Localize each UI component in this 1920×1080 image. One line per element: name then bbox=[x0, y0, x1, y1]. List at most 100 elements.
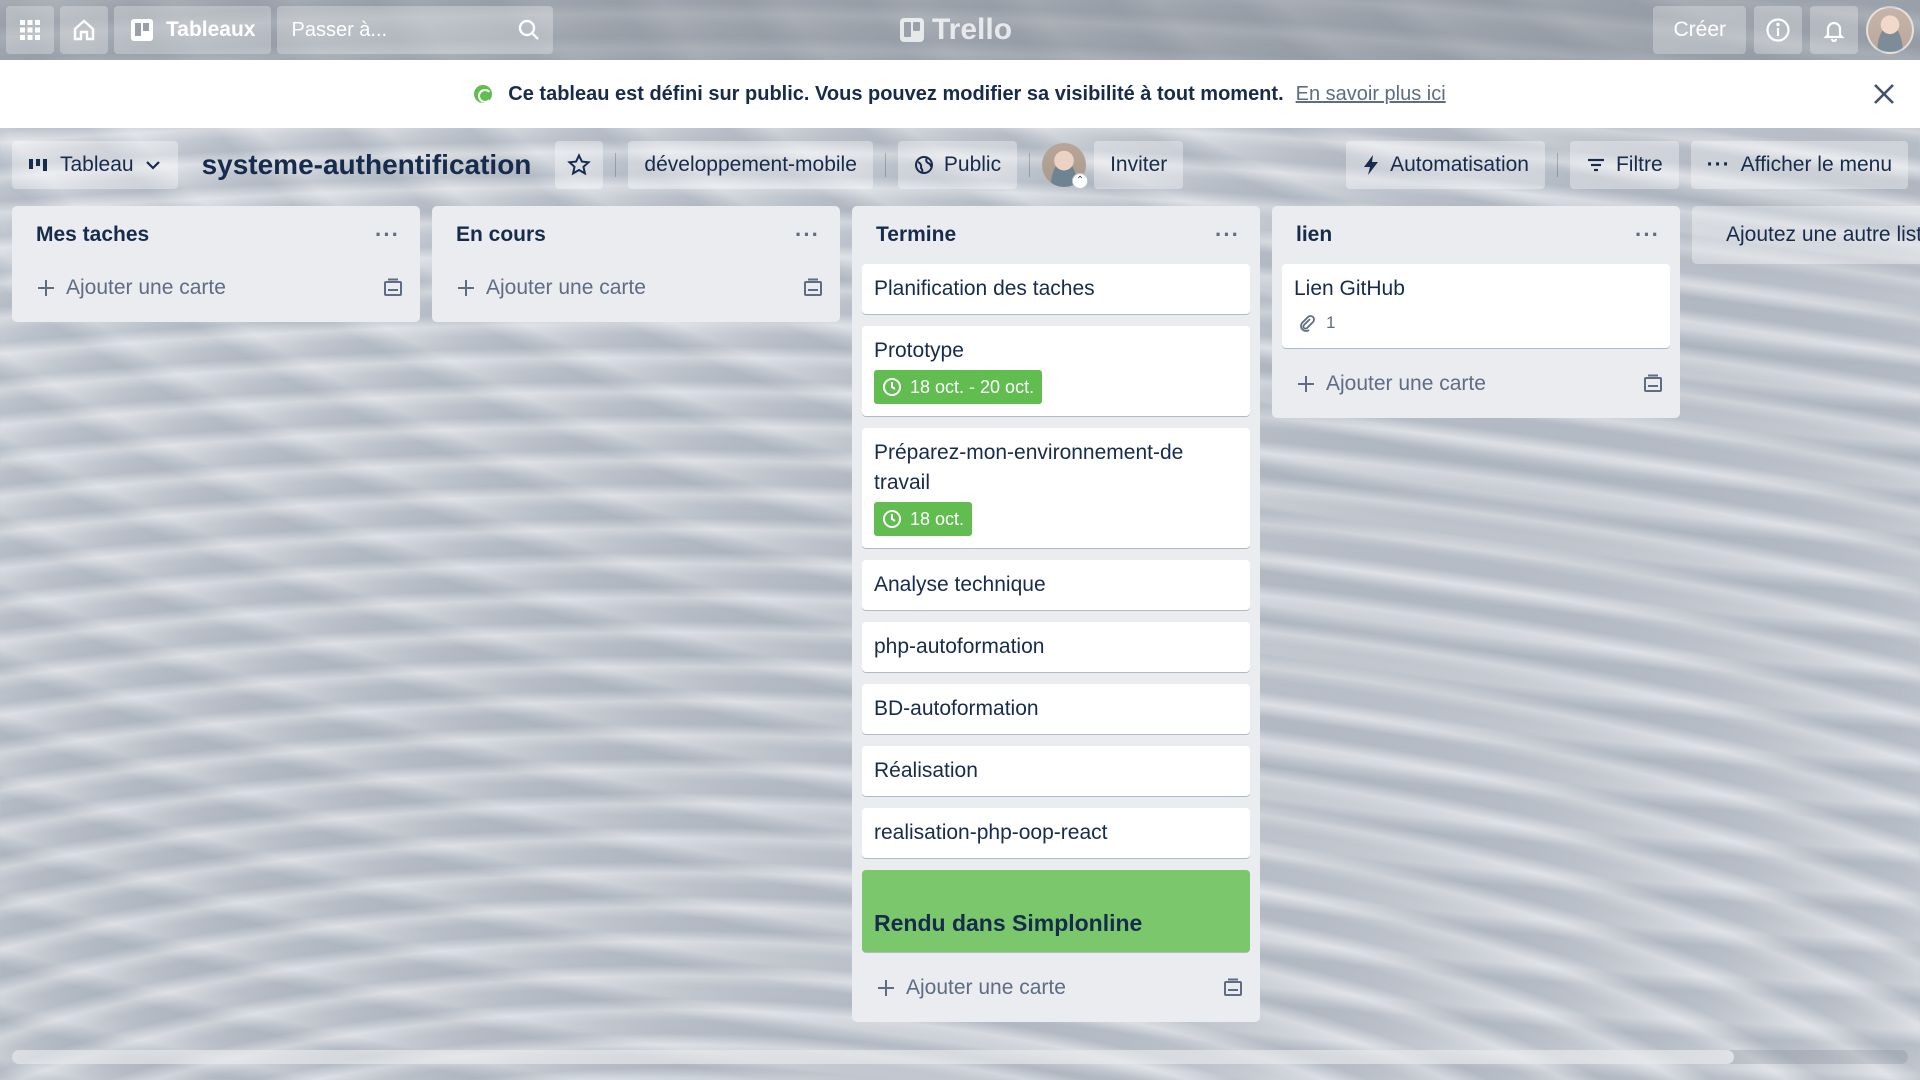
list-en-cours[interactable]: En cours ··· Ajouter une carte bbox=[432, 206, 840, 322]
trello-logo[interactable]: Trello bbox=[900, 10, 1012, 50]
attachment-count: 1 bbox=[1326, 313, 1336, 332]
card-title: BD-autoformation bbox=[874, 697, 1039, 720]
user-avatar[interactable] bbox=[1866, 6, 1914, 54]
nav-right-group: Créer bbox=[1653, 6, 1914, 54]
header-separator bbox=[1029, 153, 1031, 177]
card-title: Lien GitHub bbox=[1294, 277, 1405, 300]
filter-button[interactable]: Filtre bbox=[1569, 141, 1679, 189]
list-menu-icon[interactable]: ··· bbox=[1215, 222, 1240, 248]
filter-label: Filtre bbox=[1615, 153, 1663, 176]
card-title: realisation-php-oop-react bbox=[874, 821, 1108, 844]
invite-label: Inviter bbox=[1110, 153, 1168, 176]
info-icon bbox=[1766, 18, 1790, 42]
clock-icon bbox=[883, 510, 901, 528]
header-separator bbox=[884, 153, 886, 177]
board-view-icon bbox=[29, 159, 47, 171]
close-icon[interactable] bbox=[1870, 80, 1898, 108]
plus-icon bbox=[38, 280, 54, 296]
board-title[interactable]: systeme-authentification bbox=[202, 149, 532, 181]
member-avatar[interactable]: ⌃ bbox=[1042, 143, 1089, 189]
add-card-label: Ajouter une carte bbox=[66, 276, 226, 299]
globe-icon bbox=[474, 85, 493, 103]
list-title[interactable]: En cours bbox=[456, 223, 546, 247]
list-title[interactable]: lien bbox=[1296, 223, 1332, 247]
card[interactable]: Réalisation bbox=[862, 746, 1250, 796]
learn-more-link[interactable]: En savoir plus ici bbox=[1296, 83, 1446, 106]
card-title: Rendu dans Simplonline bbox=[874, 910, 1143, 936]
create-button[interactable]: Créer bbox=[1653, 6, 1746, 54]
horizontal-scrollbar[interactable] bbox=[12, 1050, 1908, 1064]
header-separator bbox=[1556, 153, 1558, 177]
add-card-button[interactable]: Ajouter une carte bbox=[1282, 360, 1670, 408]
view-switcher-button[interactable]: Tableau bbox=[12, 141, 178, 189]
add-list-button[interactable]: Ajoutez une autre liste bbox=[1692, 206, 1920, 264]
clock-icon bbox=[883, 378, 901, 396]
filter-icon bbox=[1587, 158, 1604, 172]
template-icon[interactable] bbox=[382, 278, 404, 298]
scrollbar-thumb[interactable] bbox=[12, 1050, 1734, 1064]
automation-button[interactable]: Automatisation bbox=[1346, 141, 1545, 189]
add-card-button[interactable]: Ajouter une carte bbox=[22, 264, 410, 312]
card-title: Réalisation bbox=[874, 759, 978, 782]
bell-icon bbox=[1823, 21, 1845, 42]
grid-icon bbox=[20, 20, 40, 40]
star-button[interactable] bbox=[555, 141, 604, 189]
banner-text: Ce tableau est défini sur public. Vous p… bbox=[508, 82, 1284, 105]
home-button[interactable] bbox=[60, 6, 108, 54]
more-icon: ··· bbox=[1706, 153, 1731, 176]
board-header: Tableau systeme-authentification dévelop… bbox=[0, 128, 1920, 202]
due-date-text: 18 oct. - 20 oct. bbox=[910, 377, 1035, 397]
view-label: Tableau bbox=[60, 153, 134, 176]
search-input[interactable] bbox=[277, 6, 554, 54]
search-box[interactable] bbox=[277, 6, 554, 54]
card[interactable]: Prototype 18 oct. - 20 oct. bbox=[862, 326, 1250, 416]
due-date-badge[interactable]: 18 oct. bbox=[874, 502, 973, 536]
card[interactable]: Lien GitHub 1 bbox=[1282, 264, 1670, 348]
trello-logo-icon bbox=[900, 18, 924, 42]
apps-switcher-button[interactable] bbox=[6, 6, 54, 54]
add-card-button[interactable]: Ajouter une carte bbox=[442, 264, 830, 312]
template-icon[interactable] bbox=[1222, 978, 1244, 998]
card[interactable]: Planification des taches bbox=[862, 264, 1250, 314]
template-icon[interactable] bbox=[1642, 374, 1664, 394]
card[interactable]: BD-autoformation bbox=[862, 684, 1250, 734]
add-card-label: Ajouter une carte bbox=[906, 976, 1066, 999]
list-menu-icon[interactable]: ··· bbox=[1635, 222, 1660, 248]
card-with-cover[interactable]: Rendu dans Simplonline bbox=[862, 870, 1250, 952]
add-card-button[interactable]: Ajouter une carte bbox=[862, 964, 1250, 1012]
add-card-label: Ajouter une carte bbox=[1326, 372, 1486, 395]
list-termine[interactable]: Termine ··· Planification des taches Pro… bbox=[852, 206, 1260, 1022]
workspace-label: développement-mobile bbox=[644, 153, 857, 176]
search-icon[interactable] bbox=[517, 18, 541, 42]
card-title: Préparez-mon-environnement-de travail bbox=[874, 441, 1184, 494]
card[interactable]: Préparez-mon-environnement-de travail 18… bbox=[862, 428, 1250, 548]
list-menu-icon[interactable]: ··· bbox=[375, 222, 400, 248]
admin-chevron-icon: ⌃ bbox=[1072, 173, 1089, 189]
show-menu-button[interactable]: ··· Afficher le menu bbox=[1690, 141, 1908, 189]
lightning-icon bbox=[1364, 155, 1379, 175]
home-icon bbox=[73, 19, 95, 41]
card-title: Analyse technique bbox=[874, 573, 1046, 596]
invite-button[interactable]: Inviter bbox=[1094, 141, 1184, 189]
due-date-badge[interactable]: 18 oct. - 20 oct. bbox=[874, 370, 1043, 404]
list-title[interactable]: Mes taches bbox=[36, 223, 149, 247]
card-title: Prototype bbox=[874, 339, 964, 362]
list-menu-icon[interactable]: ··· bbox=[795, 222, 820, 248]
list-lien[interactable]: lien ··· Lien GitHub 1 Ajouter une carte bbox=[1272, 206, 1680, 418]
boards-button[interactable]: Tableaux bbox=[114, 6, 272, 54]
template-icon[interactable] bbox=[802, 278, 824, 298]
card[interactable]: Analyse technique bbox=[862, 560, 1250, 610]
workspace-button[interactable]: développement-mobile bbox=[628, 141, 873, 189]
boards-label: Tableaux bbox=[166, 18, 256, 41]
visibility-label: Public bbox=[943, 153, 1002, 176]
chevron-down-icon bbox=[145, 161, 160, 170]
board-icon bbox=[131, 19, 153, 41]
list-mes-taches[interactable]: Mes taches ··· Ajouter une carte bbox=[12, 206, 420, 322]
visibility-button[interactable]: Public bbox=[897, 141, 1018, 189]
list-title[interactable]: Termine bbox=[876, 223, 956, 247]
card[interactable]: php-autoformation bbox=[862, 622, 1250, 672]
notifications-button[interactable] bbox=[1810, 6, 1858, 54]
card[interactable]: realisation-php-oop-react bbox=[862, 808, 1250, 858]
info-button[interactable] bbox=[1754, 6, 1802, 54]
plus-icon bbox=[458, 280, 474, 296]
